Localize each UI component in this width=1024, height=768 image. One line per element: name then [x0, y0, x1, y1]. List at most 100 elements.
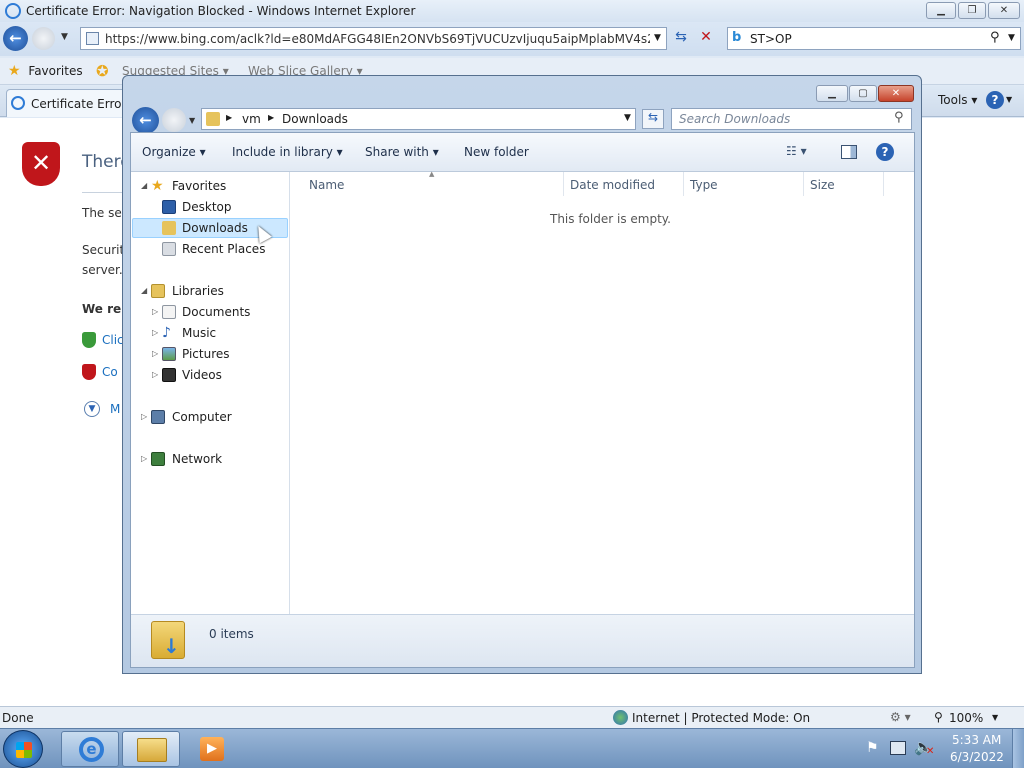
- nav-libraries[interactable]: ◢ Libraries: [131, 281, 289, 301]
- explorer-forward-button[interactable]: [162, 108, 186, 132]
- ie-minimize-button[interactable]: ▁: [926, 2, 956, 19]
- taskbar-media-player-button[interactable]: ▶: [183, 731, 241, 767]
- breadcrumb-sep-icon[interactable]: ▶: [226, 113, 232, 122]
- column-header-size[interactable]: Size: [810, 178, 835, 192]
- ie-status-bar: Done Internet | Protected Mode: On ⚙ ▾ ⚲…: [0, 706, 1024, 728]
- expand-arrow-icon[interactable]: ◢: [141, 281, 147, 301]
- nav-videos[interactable]: ▷ Videos: [131, 365, 289, 385]
- explorer-back-button[interactable]: ←: [132, 107, 159, 134]
- explorer-close-button[interactable]: ✕: [878, 85, 914, 102]
- close-page-link[interactable]: Clic: [102, 333, 124, 347]
- nav-favorites-label: Favorites: [172, 179, 227, 193]
- column-divider[interactable]: [803, 172, 804, 196]
- nav-desktop[interactable]: Desktop: [131, 197, 289, 217]
- address-bar[interactable]: https://www.bing.com/aclk?ld=e80MdAFGG48…: [80, 27, 667, 50]
- sort-arrow-icon: ▲: [429, 170, 435, 178]
- column-header-type[interactable]: Type: [690, 178, 718, 192]
- breadcrumb-downloads[interactable]: Downloads: [282, 112, 348, 126]
- heading-divider: [82, 192, 122, 193]
- include-in-library-button[interactable]: Include in library ▾: [232, 145, 343, 159]
- address-dropdown-icon[interactable]: ▼: [654, 33, 661, 43]
- explorer-address-bar[interactable]: ▶ vm ▶ Downloads ▼: [201, 108, 636, 130]
- start-button[interactable]: [3, 730, 43, 768]
- taskbar-explorer-button[interactable]: [122, 731, 180, 767]
- nav-computer[interactable]: ▷ Computer: [131, 407, 289, 427]
- organize-button[interactable]: Organize ▾: [142, 145, 206, 159]
- favorites-button[interactable]: ★ Favorites: [8, 63, 83, 79]
- ie-close-button[interactable]: ✕: [988, 2, 1020, 19]
- more-info-icon[interactable]: ▼: [84, 401, 100, 417]
- preview-pane-icon[interactable]: [841, 145, 857, 159]
- network-tray-icon[interactable]: [890, 741, 906, 755]
- new-folder-button[interactable]: New folder: [464, 145, 529, 159]
- tab-title: Certificate Error: N: [31, 97, 125, 111]
- stop-icon[interactable]: ✕: [697, 29, 715, 49]
- collapse-arrow-icon[interactable]: ▷: [152, 365, 158, 385]
- nav-documents[interactable]: ▷ Documents: [131, 302, 289, 322]
- explorer-refresh-icon[interactable]: ⇆: [642, 109, 664, 129]
- nav-music[interactable]: ▷ ♪ Music: [131, 323, 289, 343]
- ie-restore-button[interactable]: ❐: [958, 2, 986, 19]
- refresh-icon[interactable]: ⇆: [671, 29, 691, 49]
- help-icon[interactable]: ?: [876, 143, 894, 161]
- nav-music-label: Music: [182, 326, 217, 340]
- explorer-recent-icon[interactable]: ▼: [189, 116, 195, 125]
- show-desktop-button[interactable]: [1012, 729, 1024, 768]
- empty-folder-message: This folder is empty.: [550, 212, 671, 226]
- collapse-arrow-icon[interactable]: ▷: [141, 449, 147, 469]
- continue-link[interactable]: Co: [102, 365, 118, 379]
- tools-menu[interactable]: Tools ▾: [938, 93, 977, 107]
- action-center-flag-icon[interactable]: ⚑: [866, 740, 879, 756]
- ie-title-bar: Certificate Error: Navigation Blocked - …: [0, 0, 1024, 22]
- recent-pages-icon[interactable]: ▼: [61, 32, 68, 42]
- taskbar-ie-button[interactable]: e: [61, 731, 119, 767]
- nav-network[interactable]: ▷ Network: [131, 449, 289, 469]
- collapse-arrow-icon[interactable]: ▷: [152, 302, 158, 322]
- zoom-dropdown-icon[interactable]: ▼: [992, 713, 998, 722]
- explorer-minimize-button[interactable]: ▁: [816, 85, 848, 102]
- address-dropdown-icon[interactable]: ▼: [624, 113, 631, 123]
- column-header-date-modified[interactable]: Date modified: [570, 178, 655, 192]
- desktop-icon: [162, 200, 176, 214]
- explorer-search-box[interactable]: Search Downloads ⚲: [671, 108, 912, 130]
- collapse-arrow-icon[interactable]: ▷: [152, 344, 158, 364]
- ie-search-box[interactable]: b ST>OP ⚲ ▼: [727, 27, 1021, 50]
- clock-time[interactable]: 5:33 AM: [952, 733, 1001, 747]
- breadcrumb-sep-icon[interactable]: ▶: [268, 113, 274, 122]
- nav-documents-label: Documents: [182, 305, 251, 319]
- share-with-button[interactable]: Share with ▾: [365, 145, 439, 159]
- explorer-maximize-button[interactable]: ▢: [849, 85, 877, 102]
- recent-places-icon: [162, 242, 176, 256]
- music-icon: ♪: [162, 325, 171, 341]
- help-dropdown-icon[interactable]: ▼: [1006, 95, 1012, 104]
- column-divider[interactable]: [883, 172, 884, 196]
- collapse-arrow-icon[interactable]: ▷: [152, 323, 158, 343]
- downloads-folder-icon: [162, 221, 176, 235]
- add-favorite-icon[interactable]: ✪: [96, 62, 109, 80]
- tab-certificate-error[interactable]: Certificate Error: N: [6, 89, 126, 117]
- view-options-icon[interactable]: ☷ ▾: [786, 144, 807, 158]
- breadcrumb-vm[interactable]: vm: [242, 112, 261, 126]
- command-bar: Organize ▾ Include in library ▾ Share wi…: [131, 133, 914, 172]
- clock-date[interactable]: 6/3/2022: [950, 750, 1004, 764]
- nav-desktop-label: Desktop: [182, 200, 232, 214]
- column-divider[interactable]: [563, 172, 564, 196]
- search-icon[interactable]: ⚲: [990, 30, 1000, 45]
- back-button[interactable]: ←: [3, 26, 28, 51]
- item-count: 0 items: [209, 627, 254, 641]
- column-divider[interactable]: [683, 172, 684, 196]
- page-icon: [86, 32, 99, 45]
- nav-favorites[interactable]: ◢ ★ Favorites: [131, 176, 289, 196]
- column-header-name[interactable]: Name: [309, 178, 344, 192]
- protected-mode-icon[interactable]: ⚙ ▾: [890, 710, 911, 724]
- forward-button[interactable]: [32, 27, 55, 50]
- more-info-link[interactable]: M: [110, 402, 120, 416]
- search-dropdown-icon[interactable]: ▼: [1008, 33, 1015, 43]
- error-text-3: server.: [82, 263, 123, 277]
- collapse-arrow-icon[interactable]: ▷: [141, 407, 147, 427]
- nav-pictures[interactable]: ▷ Pictures: [131, 344, 289, 364]
- help-icon[interactable]: ?: [986, 91, 1004, 109]
- nav-recent-places[interactable]: Recent Places: [131, 239, 289, 259]
- expand-arrow-icon[interactable]: ◢: [141, 176, 147, 196]
- zoom-level[interactable]: 100%: [949, 711, 983, 725]
